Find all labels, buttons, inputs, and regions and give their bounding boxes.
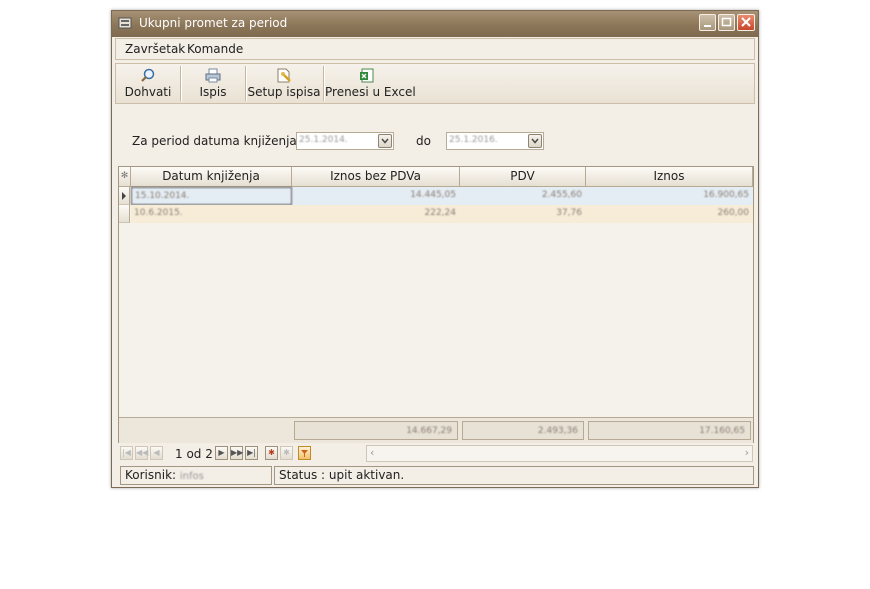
cell-iznos-bez-pdva[interactable]: 222,24 <box>292 205 460 223</box>
user-value: infos <box>179 471 204 482</box>
record-navigator: |◀ ◀◀ ◀ 1 od 2 ▶ ▶▶ ▶| ✱ ✱ ‹ › <box>118 444 754 464</box>
total-iznos: 17.160,65 <box>588 421 751 440</box>
date-to-value: 25.1.2016. <box>449 135 498 145</box>
scroll-right-icon[interactable]: › <box>745 446 749 459</box>
menu-zavrsetak[interactable]: Završetak <box>125 42 185 56</box>
cell-pdv[interactable]: 37,76 <box>460 205 586 223</box>
prenesi-u-excel-button[interactable]: Prenesi u Excel <box>325 64 416 103</box>
dohvati-button[interactable]: Dohvati <box>118 64 178 103</box>
setup-ispisa-button[interactable]: Setup ispisa <box>247 64 321 103</box>
grid-corner[interactable]: ✻ <box>119 167 131 187</box>
setup-ispisa-label: Setup ispisa <box>247 85 321 99</box>
window-title: Ukupni promet za period <box>139 16 288 30</box>
date-to-combo[interactable]: 25.1.2016. <box>446 132 544 150</box>
date-from-value: 25.1.2014. <box>299 135 348 145</box>
prenesi-u-excel-label: Prenesi u Excel <box>325 85 416 99</box>
status-bar: Korisnik: infos Status : upit aktivan. <box>118 466 754 485</box>
print-setup-icon <box>277 68 291 83</box>
prev-page-button[interactable]: ◀◀ <box>135 446 148 460</box>
date-from-combo[interactable]: 25.1.2014. <box>296 132 394 150</box>
minimize-icon <box>704 25 711 27</box>
user-label: Korisnik: <box>125 468 177 482</box>
cell-iznos[interactable]: 16.900,65 <box>586 187 753 205</box>
ispis-button[interactable]: Ispis <box>182 64 244 103</box>
close-button[interactable] <box>737 14 755 31</box>
cell-datum[interactable]: 10.6.2015. <box>131 205 292 223</box>
prev-record-button[interactable]: ◀ <box>150 446 163 460</box>
column-header-iznos[interactable]: Iznos <box>586 167 753 187</box>
next-record-button[interactable]: ▶ <box>215 446 228 460</box>
data-grid[interactable]: ✻ Datum knjiženja Iznos bez PDVa PDV Izn… <box>118 166 754 443</box>
period-to-label: do <box>416 134 431 148</box>
next-page-button[interactable]: ▶▶ <box>230 446 243 460</box>
cell-pdv[interactable]: 2.455,60 <box>460 187 586 205</box>
last-page-button[interactable]: ▶| <box>245 446 258 460</box>
app-icon <box>118 17 132 29</box>
current-row-icon <box>122 192 126 200</box>
scroll-left-icon[interactable]: ‹ <box>370 446 374 459</box>
chevron-down-icon <box>531 138 539 144</box>
ispis-label: Ispis <box>199 85 227 99</box>
maximize-button[interactable] <box>718 14 735 31</box>
user-panel: Korisnik: infos <box>120 466 272 485</box>
status-panel: Status : upit aktivan. <box>274 466 754 485</box>
filter-icon <box>301 450 308 457</box>
dohvati-label: Dohvati <box>124 85 172 99</box>
chevron-down-icon <box>381 138 389 144</box>
minimize-button[interactable] <box>699 14 716 31</box>
status-text: Status : upit aktivan. <box>279 468 405 482</box>
append-record-button[interactable]: ✱ <box>280 446 293 460</box>
magnifier-icon <box>141 68 155 82</box>
column-header-iznos-bez-pdva[interactable]: Iznos bez PDVa <box>292 167 460 187</box>
printer-icon <box>205 68 221 83</box>
column-header-datum[interactable]: Datum knjiženja <box>131 167 292 187</box>
date-from-dropdown-button[interactable] <box>378 134 392 148</box>
navigator-position: 1 od 2 <box>175 447 213 461</box>
filter-button[interactable] <box>298 446 311 460</box>
title-bar[interactable]: Ukupni promet za period <box>112 11 758 37</box>
menu-bar: Završetak Komande <box>115 38 755 60</box>
insert-record-button[interactable]: ✱ <box>265 446 278 460</box>
toolbar: Dohvati Ispis Setup ispisa Prenesi u Exc… <box>115 63 755 104</box>
total-iznos-bez-pdva: 14.667,29 <box>294 421 458 440</box>
cell-iznos-bez-pdva[interactable]: 14.445,05 <box>292 187 460 205</box>
menu-komande[interactable]: Komande <box>187 42 243 56</box>
excel-icon <box>360 68 374 83</box>
period-from-label: Za period datuma knjiženja od <box>132 134 316 148</box>
first-page-button[interactable]: |◀ <box>120 446 133 460</box>
horizontal-scrollbar[interactable]: ‹ › <box>366 445 753 462</box>
table-row[interactable]: 15.10.2014. 14.445,05 2.455,60 16.900,65 <box>131 187 753 205</box>
main-window: Ukupni promet za period Završetak Komand… <box>111 10 759 488</box>
column-header-pdv[interactable]: PDV <box>460 167 586 187</box>
cell-iznos[interactable]: 260,00 <box>586 205 753 223</box>
row-header[interactable] <box>119 187 130 205</box>
table-row[interactable]: 10.6.2015. 222,24 37,76 260,00 <box>131 205 753 223</box>
total-pdv: 2.493,36 <box>462 421 584 440</box>
grid-totals-footer: 14.667,29 2.493,36 17.160,65 <box>119 417 753 443</box>
cell-datum[interactable]: 15.10.2014. <box>131 187 292 205</box>
date-to-dropdown-button[interactable] <box>528 134 542 148</box>
close-icon <box>741 17 751 27</box>
row-header[interactable] <box>119 205 130 223</box>
maximize-icon <box>721 17 732 27</box>
